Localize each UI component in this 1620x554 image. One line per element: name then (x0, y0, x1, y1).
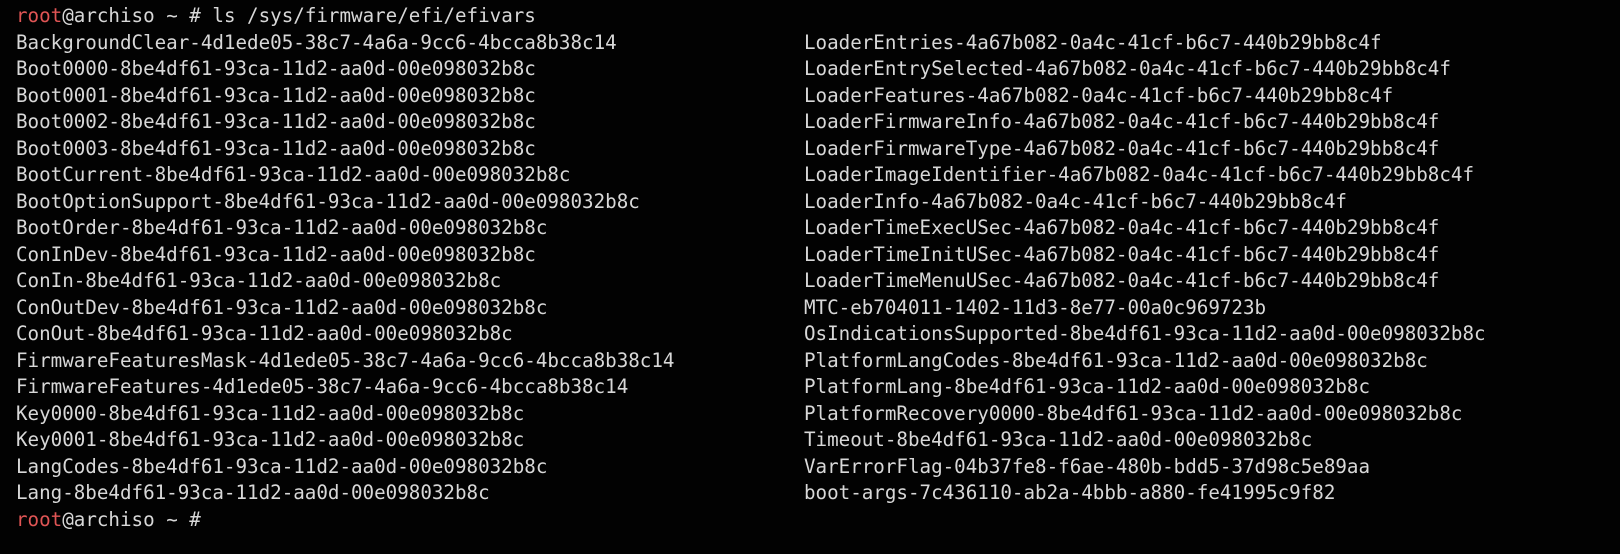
efivar-entry: Boot0002-8be4df61-93ca-11d2-aa0d-00e0980… (16, 110, 536, 133)
terminal-window[interactable]: root@archiso ~ # ls /sys/firmware/efi/ef… (0, 0, 1620, 554)
efivar-entry: PlatformLangCodes-8be4df61-93ca-11d2-aa0… (804, 348, 1428, 372)
efivar-entry: FirmwareFeaturesMask-4d1ede05-38c7-4a6a-… (16, 348, 675, 372)
efivar-entry: LoaderEntrySelected-4a67b082-0a4c-41cf-b… (804, 57, 1451, 80)
prompt-user: root (16, 4, 63, 27)
command-text: ls /sys/firmware/efi/efivars (212, 4, 536, 27)
listing-output: BackgroundClear-4d1ede05-38c7-4a6a-9cc6-… (16, 30, 1620, 507)
efivar-entry: BootCurrent-8be4df61-93ca-11d2-aa0d-00e0… (16, 163, 571, 186)
efivar-entry: LoaderTimeMenuUSec-4a67b082-0a4c-41cf-b6… (804, 269, 1440, 292)
efivar-entry: BackgroundClear-4d1ede05-38c7-4a6a-9cc6-… (16, 30, 617, 54)
efivar-entry: LoaderFirmwareInfo-4a67b082-0a4c-41cf-b6… (804, 110, 1440, 133)
prompt-path: ~ # (154, 507, 213, 531)
efivar-entry: Timeout-8be4df61-93ca-11d2-aa0d-00e09803… (804, 428, 1313, 451)
listing-column-left: BackgroundClear-4d1ede05-38c7-4a6a-9cc6-… (16, 30, 674, 507)
prompt-user: root (16, 507, 63, 531)
efivar-entry: Boot0001-8be4df61-93ca-11d2-aa0d-00e0980… (16, 83, 536, 107)
efivar-entry: MTC-eb704011-1402-11d3-8e77-00a0c969723b (804, 295, 1267, 319)
efivar-entry: Boot0003-8be4df61-93ca-11d2-aa0d-00e0980… (16, 136, 536, 160)
efivar-entry: LoaderFirmwareType-4a67b082-0a4c-41cf-b6… (804, 136, 1440, 160)
efivar-entry: LoaderFeatures-4a67b082-0a4c-41cf-b6c7-4… (804, 83, 1394, 107)
efivar-entry: LoaderImageIdentifier-4a67b082-0a4c-41cf… (804, 163, 1475, 186)
efivar-entry: Boot0000-8be4df61-93ca-11d2-aa0d-00e0980… (16, 57, 536, 80)
efivar-entry: ConIn-8be4df61-93ca-11d2-aa0d-00e098032b… (16, 269, 502, 292)
efivar-entry: PlatformRecovery0000-8be4df61-93ca-11d2-… (804, 401, 1463, 425)
prompt-host: @archiso (62, 4, 155, 27)
efivar-entry: FirmwareFeatures-4d1ede05-38c7-4a6a-9cc6… (16, 375, 629, 398)
efivar-entry: OsIndicationsSupported-8be4df61-93ca-11d… (804, 322, 1486, 345)
efivar-entry: LangCodes-8be4df61-93ca-11d2-aa0d-00e098… (16, 454, 548, 478)
efivar-entry: LoaderTimeExecUSec-4a67b082-0a4c-41cf-b6… (804, 216, 1440, 239)
prompt-host: @archiso (62, 507, 155, 531)
prompt-path: ~ # (154, 4, 213, 27)
command-line: root@archiso ~ # ls /sys/firmware/efi/ef… (16, 3, 1620, 30)
efivar-entry: Key0000-8be4df61-93ca-11d2-aa0d-00e09803… (16, 401, 525, 425)
efivar-entry: boot-args-7c436110-ab2a-4bbb-a880-fe4199… (804, 481, 1336, 504)
efivar-entry: ConOutDev-8be4df61-93ca-11d2-aa0d-00e098… (16, 295, 548, 319)
efivar-entry: BootOptionSupport-8be4df61-93ca-11d2-aa0… (16, 189, 640, 213)
efivar-entry: ConInDev-8be4df61-93ca-11d2-aa0d-00e0980… (16, 242, 536, 266)
efivar-entry: LoaderInfo-4a67b082-0a4c-41cf-b6c7-440b2… (804, 189, 1347, 213)
efivar-entry: LoaderEntries-4a67b082-0a4c-41cf-b6c7-44… (804, 30, 1382, 54)
listing-column-right: LoaderEntries-4a67b082-0a4c-41cf-b6c7-44… (804, 30, 1486, 507)
efivar-entry: Lang-8be4df61-93ca-11d2-aa0d-00e098032b8… (16, 481, 490, 504)
efivar-entry: BootOrder-8be4df61-93ca-11d2-aa0d-00e098… (16, 216, 548, 239)
efivar-entry: ConOut-8be4df61-93ca-11d2-aa0d-00e098032… (16, 322, 513, 345)
efivar-entry: PlatformLang-8be4df61-93ca-11d2-aa0d-00e… (804, 375, 1371, 398)
efivar-entry: Key0001-8be4df61-93ca-11d2-aa0d-00e09803… (16, 428, 525, 451)
active-prompt-line[interactable]: root@archiso ~ # (16, 507, 1620, 534)
efivar-entry: LoaderTimeInitUSec-4a67b082-0a4c-41cf-b6… (804, 242, 1440, 266)
efivar-entry: VarErrorFlag-04b37fe8-f6ae-480b-bdd5-37d… (804, 454, 1371, 478)
